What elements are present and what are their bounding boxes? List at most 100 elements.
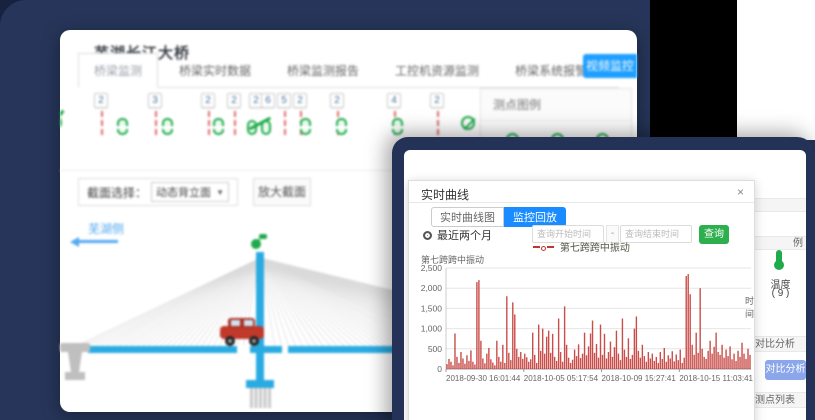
chart-bar: [568, 358, 569, 369]
chart-bar: [656, 357, 657, 369]
car-window: [231, 320, 240, 326]
compare-analysis-button[interactable]: 对比分析: [765, 360, 806, 380]
chart-x-name: 时间: [745, 294, 754, 320]
chart-bar: [576, 356, 577, 369]
chart-bar: [622, 319, 623, 370]
bridge-tower: [256, 252, 264, 380]
car-wheel-hub: [252, 339, 256, 343]
page-background-fragment: [737, 0, 815, 140]
deck-gap: [237, 345, 250, 354]
chart-bar: [496, 341, 497, 369]
chart-bar: [580, 358, 581, 369]
chart-bar: [500, 362, 501, 369]
chart-bar: [540, 351, 541, 369]
x-tick-label: 2018-10-09 15:27:41: [602, 374, 677, 383]
chart-bar: [530, 359, 531, 369]
chart-bar: [510, 360, 511, 369]
chart-bar: [484, 363, 485, 369]
chart-bar: [506, 296, 507, 369]
point-list-header: 测点列表: [755, 392, 806, 408]
chart-bar: [474, 365, 475, 369]
close-icon[interactable]: ×: [737, 185, 744, 199]
chart-bar: [564, 306, 565, 369]
chart-bar: [618, 354, 619, 369]
chart-bar: [739, 357, 740, 369]
chart-bar: [737, 351, 738, 369]
chart-bar: [480, 341, 481, 369]
panel-section-header: [755, 198, 806, 212]
chart-bar: [648, 352, 649, 369]
chart-bar: [606, 358, 607, 369]
chart-bar: [612, 357, 613, 369]
chart-bar: [705, 359, 706, 369]
chart-bar: [574, 350, 575, 369]
chart-bar: [652, 354, 653, 369]
chart-bar: [731, 359, 732, 369]
chart-bar: [600, 325, 601, 369]
chart-bar: [452, 365, 453, 369]
chart-bar: [741, 343, 742, 369]
chart-bar: [448, 359, 449, 369]
chart-bar: [638, 351, 639, 369]
chart-bar: [584, 333, 585, 369]
compare-section-header: 对比分析: [755, 336, 806, 352]
video-area-fragment: [650, 0, 737, 145]
y-tick-label: 500: [428, 344, 442, 354]
chart-bar: [562, 362, 563, 369]
chart-bar: [658, 363, 659, 369]
chart-bar: [526, 357, 527, 369]
foreground-window: 例 温度 ( 9 ) 对比分析 对比分析 测点列表 实时曲线 × 实时曲线图 监…: [404, 150, 806, 420]
chart-bar: [654, 361, 655, 369]
chart-bar: [512, 302, 513, 369]
chart-bar: [572, 360, 573, 369]
tab-realtime-curve[interactable]: 实时曲线图: [431, 207, 504, 227]
chart-bar: [672, 351, 673, 369]
left-pier: [60, 343, 90, 352]
tab-monitor-playback[interactable]: 监控回放: [504, 207, 566, 227]
chart-bar: [486, 354, 487, 369]
chart-bar: [566, 345, 567, 369]
chart-bar: [644, 356, 645, 369]
chart-bar: [678, 360, 679, 369]
chart-bar: [456, 357, 457, 369]
chart-bar: [735, 361, 736, 369]
pile: [255, 388, 258, 408]
x-tick-label: 2018-10-15 11:03:41: [679, 374, 753, 383]
chart-bar: [472, 362, 473, 369]
chart-bar: [650, 358, 651, 369]
chart-bar: [723, 358, 724, 369]
chart-bar: [488, 348, 489, 369]
chart-bar: [697, 353, 698, 369]
bridge-cable: [260, 258, 394, 347]
realtime-curve-dialog: 实时曲线 × 实时曲线图 监控回放 最近两个月 - 查询 第七跨跨中振动 第七跨…: [408, 180, 755, 420]
chart-bar: [536, 363, 537, 369]
chart-bar: [604, 334, 605, 369]
chart-bar: [713, 347, 714, 369]
chart-bar: [554, 357, 555, 369]
y-tick-label: 1,500: [421, 303, 443, 313]
chart-bar: [686, 276, 687, 369]
chart-bar: [490, 359, 491, 369]
chart-bar: [470, 350, 471, 369]
left-pier-stem: [68, 352, 82, 372]
chart-bar: [610, 342, 611, 369]
chart-bar: [550, 353, 551, 369]
chart-bar: [646, 362, 647, 369]
chart-bar: [674, 361, 675, 369]
chart-bar: [721, 345, 722, 369]
pile: [264, 388, 267, 408]
chart-bar: [699, 288, 700, 369]
car-window: [244, 320, 253, 326]
chart-bar: [524, 354, 525, 369]
dialog-title: 实时曲线: [421, 186, 469, 203]
pile: [250, 388, 253, 408]
chart-bar: [628, 338, 629, 369]
chart-bar: [476, 282, 477, 369]
chart-bar: [522, 359, 523, 369]
anemometer-icon: [259, 234, 267, 239]
chart-bar: [616, 331, 617, 369]
chart-bar: [743, 354, 744, 369]
chart-bar: [691, 345, 692, 369]
chart-bar: [729, 346, 730, 369]
chart-bar: [570, 363, 571, 369]
